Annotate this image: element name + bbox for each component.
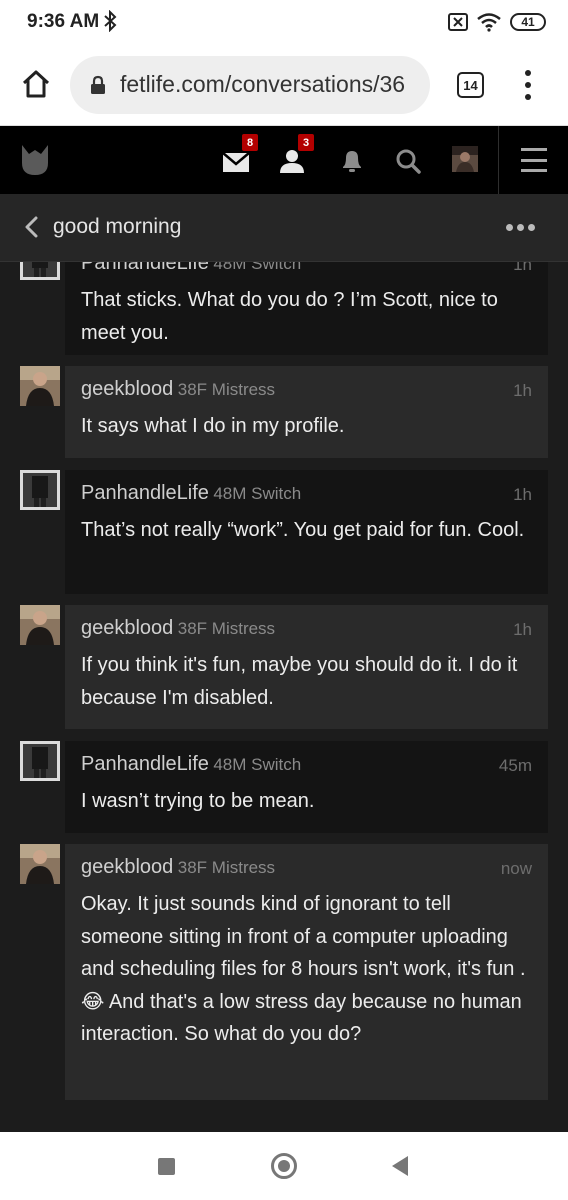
hamburger-menu-icon[interactable] (521, 148, 547, 172)
requests-badge: 3 (298, 134, 314, 151)
messages-nav-button[interactable]: 8 (222, 134, 258, 176)
message-time: 1h (513, 381, 532, 400)
message-time: 45m (498, 756, 532, 775)
message-username[interactable]: geekblood (81, 856, 173, 878)
message-meta: PanhandleLife 48M Switch 45m (81, 753, 532, 781)
message-user-info: 48M Switch (213, 755, 302, 774)
message-time: 1h (513, 620, 532, 639)
bell-icon[interactable] (336, 144, 368, 176)
message-bubble: PanhandleLife 48M Switch 1h That sticks.… (65, 262, 548, 355)
message-bubble: PanhandleLife 48M Switch 45m I wasn’t tr… (65, 741, 548, 833)
message-user-info: 38F Mistress (177, 619, 276, 638)
message-item: PanhandleLife 48M Switch 1h That’s not r… (20, 470, 548, 594)
lock-icon (91, 75, 105, 94)
message-text: Okay. It just sounds kind of ignorant to… (81, 893, 526, 1045)
message-bubble: geekblood 38F Mistress now Okay. It just… (65, 844, 548, 1100)
battery-indicator: 41 (510, 13, 546, 31)
fetlife-logo-icon[interactable] (20, 143, 50, 177)
bluetooth-icon (104, 10, 117, 32)
no-sim-icon (448, 13, 468, 31)
status-icons: 41 (448, 10, 546, 34)
conversation-title: good morning (53, 215, 182, 238)
status-time: 9:36 AM (27, 11, 100, 32)
message-username[interactable]: PanhandleLife (81, 262, 209, 274)
message-text: I wasn’t trying to be mean. (81, 790, 315, 812)
avatar[interactable] (20, 262, 60, 280)
avatar[interactable] (20, 470, 60, 510)
site-navbar: 8 3 (0, 126, 568, 194)
message-item: PanhandleLife 48M Switch 1h That sticks.… (20, 262, 548, 355)
message-username[interactable]: PanhandleLife (81, 753, 209, 775)
messages-badge: 8 (242, 134, 258, 151)
message-text: It says what I do in my profile. (81, 415, 345, 437)
friend-requests-nav-button[interactable]: 3 (278, 134, 314, 176)
recents-icon[interactable] (158, 1158, 175, 1175)
avatar[interactable] (20, 366, 60, 406)
message-bubble: geekblood 38F Mistress 1h If you think i… (65, 605, 548, 729)
nav-divider (498, 126, 499, 194)
message-bubble: PanhandleLife 48M Switch 1h That’s not r… (65, 470, 548, 594)
message-list: PanhandleLife 48M Switch 1h That sticks.… (0, 262, 568, 1132)
message-user-info: 38F Mistress (177, 858, 276, 877)
conversation-header: good morning (0, 194, 568, 262)
message-username[interactable]: PanhandleLife (81, 482, 209, 504)
address-bar[interactable]: fetlife.com/conversations/36 (70, 56, 430, 114)
message-text: If you think it's fun, maybe you should … (81, 654, 518, 709)
battery-level: 41 (521, 15, 535, 29)
system-navigation-bar (0, 1132, 568, 1200)
url-text: fetlife.com/conversations/36 (120, 71, 406, 97)
message-item: PanhandleLife 48M Switch 45m I wasn’t tr… (20, 741, 548, 833)
message-item: geekblood 38F Mistress 1h It says what I… (20, 366, 548, 458)
user-avatar[interactable] (452, 146, 478, 172)
message-user-info: 48M Switch (213, 484, 302, 503)
back-chevron-icon[interactable] (24, 216, 38, 238)
message-meta: PanhandleLife 48M Switch 1h (81, 482, 532, 510)
message-time: 1h (513, 262, 532, 274)
message-username[interactable]: geekblood (81, 617, 173, 639)
search-icon[interactable] (392, 144, 424, 176)
message-text: That sticks. What do you do ? I’m Scott,… (81, 289, 498, 344)
avatar[interactable] (20, 741, 60, 781)
wifi-icon (477, 13, 501, 32)
message-text: That’s not really “work”. You get paid f… (81, 519, 525, 541)
message-bubble: geekblood 38F Mistress 1h It says what I… (65, 366, 548, 458)
message-item: geekblood 38F Mistress 1h If you think i… (20, 605, 548, 729)
back-triangle-icon[interactable] (392, 1156, 408, 1176)
message-meta: PanhandleLife 48M Switch 1h (81, 262, 532, 280)
message-meta: geekblood 38F Mistress now (81, 856, 532, 884)
conversation-options-icon[interactable] (506, 224, 535, 231)
message-meta: geekblood 38F Mistress 1h (81, 617, 532, 645)
tab-switcher-button[interactable]: 14 (457, 72, 484, 98)
message-username[interactable]: geekblood (81, 378, 173, 400)
avatar[interactable] (20, 605, 60, 645)
message-user-info: 48M Switch (213, 262, 302, 273)
message-item: geekblood 38F Mistress now Okay. It just… (20, 844, 548, 1100)
browser-menu-icon[interactable] (518, 68, 538, 102)
tab-count: 14 (463, 77, 478, 93)
browser-toolbar: fetlife.com/conversations/36 14 (0, 46, 568, 126)
avatar[interactable] (20, 844, 60, 884)
message-time: now (500, 859, 532, 878)
message-meta: geekblood 38F Mistress 1h (81, 378, 532, 406)
message-user-info: 38F Mistress (177, 380, 276, 399)
status-bar: 9:36 AM 41 (0, 0, 568, 46)
home-icon[interactable] (20, 68, 52, 100)
home-circle-icon[interactable] (271, 1153, 297, 1179)
message-time: 1h (513, 485, 532, 504)
